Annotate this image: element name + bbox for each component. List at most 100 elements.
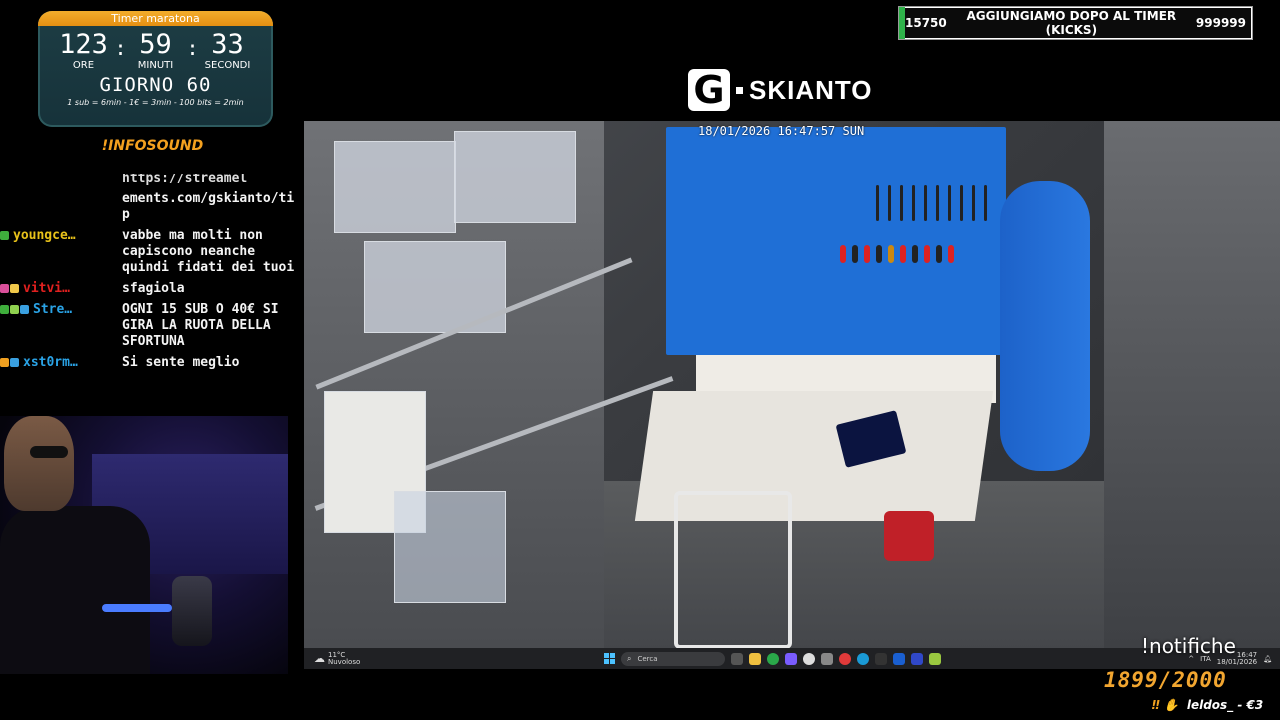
chat-username[interactable]: xst0rm… (23, 355, 78, 371)
chat-user: youngce… (0, 228, 122, 276)
timer-day: GIORNO 60 (99, 74, 212, 96)
chat-username[interactable]: Stre… (33, 302, 72, 318)
discord-icon[interactable] (785, 652, 797, 665)
chrome-icon[interactable] (767, 652, 779, 665)
goal-target: 999999 (1195, 16, 1246, 30)
chat-username[interactable]: youngce… (13, 228, 76, 244)
feed-tool-handle (840, 245, 846, 263)
search-icon: ⌕ (627, 653, 632, 663)
steam-icon[interactable] (893, 652, 905, 665)
chat-truncated-row: https://streamel (0, 174, 305, 186)
app-green-icon[interactable] (929, 652, 941, 665)
chat-text: sfagiola (122, 281, 185, 296)
feed-screwdriver (900, 185, 903, 221)
bell-icon[interactable]: 🔔︎ (1263, 655, 1272, 663)
chat-user: vitvi… (0, 281, 122, 297)
timer-separator: : (186, 36, 199, 60)
logo-text: SKIANTO (749, 74, 873, 105)
taskbar-center: ⌕ Cerca (604, 651, 941, 666)
feed-screwdriver (948, 185, 951, 221)
feed-tool-handle (888, 245, 894, 263)
taskbar-search[interactable]: ⌕ Cerca (621, 651, 725, 666)
feed-right-shelving (1104, 121, 1280, 648)
timer-digits: 123 ORE : 59 MINUTI : 33 SECONDI (38, 30, 273, 72)
feed-storage-box (334, 141, 456, 233)
edge-icon[interactable] (857, 652, 869, 665)
goal-bar: 15750 AGGIUNGIAMO DOPO AL TIMER (KICKS) … (898, 6, 1253, 40)
chat-badges (0, 231, 9, 240)
file-explorer-icon[interactable] (749, 652, 761, 665)
feed-tool-handle (912, 245, 918, 263)
feed-storage-box (454, 131, 576, 223)
chat-message: ements.com/gskianto/tip (0, 191, 305, 223)
sub-counter: 1899/2000 (1104, 668, 1227, 692)
chat-username[interactable]: vitvi… (23, 281, 70, 297)
timer-title: Timer maratona (38, 11, 273, 26)
app-red-icon[interactable] (839, 652, 851, 665)
clock-date: 18/01/2026 (1216, 657, 1258, 666)
app-dark-icon[interactable] (875, 652, 887, 665)
chat-message: xst0rm… Si sente meglio (0, 355, 305, 371)
taskbar-weather[interactable]: ☁ 11°C Nuvoloso (314, 651, 374, 666)
badge-icon (10, 305, 19, 314)
chat-messages: ements.com/gskianto/tip youngce… vabbe ma … (0, 191, 305, 371)
feed-screwdriver (984, 185, 987, 221)
feed-screwdriver (960, 185, 963, 221)
webcam-feed (0, 416, 288, 674)
search-placeholder: Cerca (637, 654, 658, 663)
chat-message: Stre… OGNI 15 SUB O 40€ SI GIRA LA RUOTA … (0, 302, 305, 350)
feed-screwdriver (876, 185, 879, 221)
timer-hours-value: 123 (59, 29, 108, 60)
feed-screwdriver (972, 185, 975, 221)
chat-message: vitvi… sfagiola (0, 281, 305, 297)
timer-minutes: 59 MINUTI (125, 30, 187, 72)
chat-user: xst0rm… (0, 355, 122, 371)
windows-taskbar: ☁ 11°C Nuvoloso ⌕ Cerca ^ ITA 16:47 18/0… (304, 648, 1280, 669)
weather-desc: Nuvoloso (328, 657, 361, 666)
timer-seconds-label: SECONDI (204, 60, 251, 71)
task-view-icon[interactable] (731, 652, 743, 665)
feed-tool-handle (936, 245, 942, 263)
chat-text: Si sente meglio (122, 355, 240, 370)
webcam-led-strip (102, 604, 172, 612)
channel-logo: G SKIANTO (688, 69, 873, 111)
logo-g-icon: G (688, 69, 730, 111)
donation-ticker: ‼ ✋ leldos_ - €3 (1152, 698, 1263, 712)
timer-minutes-label: MINUTI (137, 60, 174, 71)
windows-start-icon[interactable] (604, 653, 615, 664)
feed-tool-handle (864, 245, 870, 263)
goal-current: 15750 (905, 16, 947, 30)
feed-tool-handle (852, 245, 858, 263)
badge-icon (10, 358, 19, 367)
badge-icon (20, 305, 29, 314)
timer-hours: 123 ORE (53, 30, 115, 72)
feed-pegboard (666, 127, 1006, 355)
app-blue-icon[interactable] (911, 652, 923, 665)
feed-tool-handle (876, 245, 882, 263)
timer-separator: : (114, 36, 127, 60)
timer-widget: Timer maratona 123 ORE : 59 MINUTI : 33 … (38, 11, 273, 127)
feed-tool-handle (924, 245, 930, 263)
feed-screwdriver (936, 185, 939, 221)
goal-label: AGGIUNGIAMO DOPO AL TIMER (KICKS) (966, 9, 1177, 37)
cloud-icon: ☁ (314, 652, 325, 665)
feed-vise (884, 511, 934, 561)
chat-badges (0, 284, 19, 293)
timer-hours-label: ORE (72, 60, 95, 71)
ticker-text: leldos_ - €3 (1186, 698, 1264, 712)
webcam-streamer (4, 416, 74, 511)
badge-icon (0, 231, 9, 240)
app-icon[interactable] (821, 652, 833, 665)
timer-rules: 1 sub = 6min - 1€ = 3min - 100 bits = 2m… (67, 98, 244, 107)
chat-user: Stre… (0, 302, 122, 350)
webcam-chair (0, 506, 150, 674)
obs-icon[interactable] (803, 652, 815, 665)
feed-screwdriver (924, 185, 927, 221)
feed-water-bottles (394, 491, 506, 603)
feed-tool-handle (948, 245, 954, 263)
feed-tool-handle (900, 245, 906, 263)
feed-water-tank (1000, 181, 1090, 471)
timer-seconds: 33 SECONDI (197, 30, 259, 72)
chat-text: vabbe ma molti non capiscono neanche qui… (122, 228, 295, 275)
infosound-command: !INFOSOUND (101, 138, 204, 154)
